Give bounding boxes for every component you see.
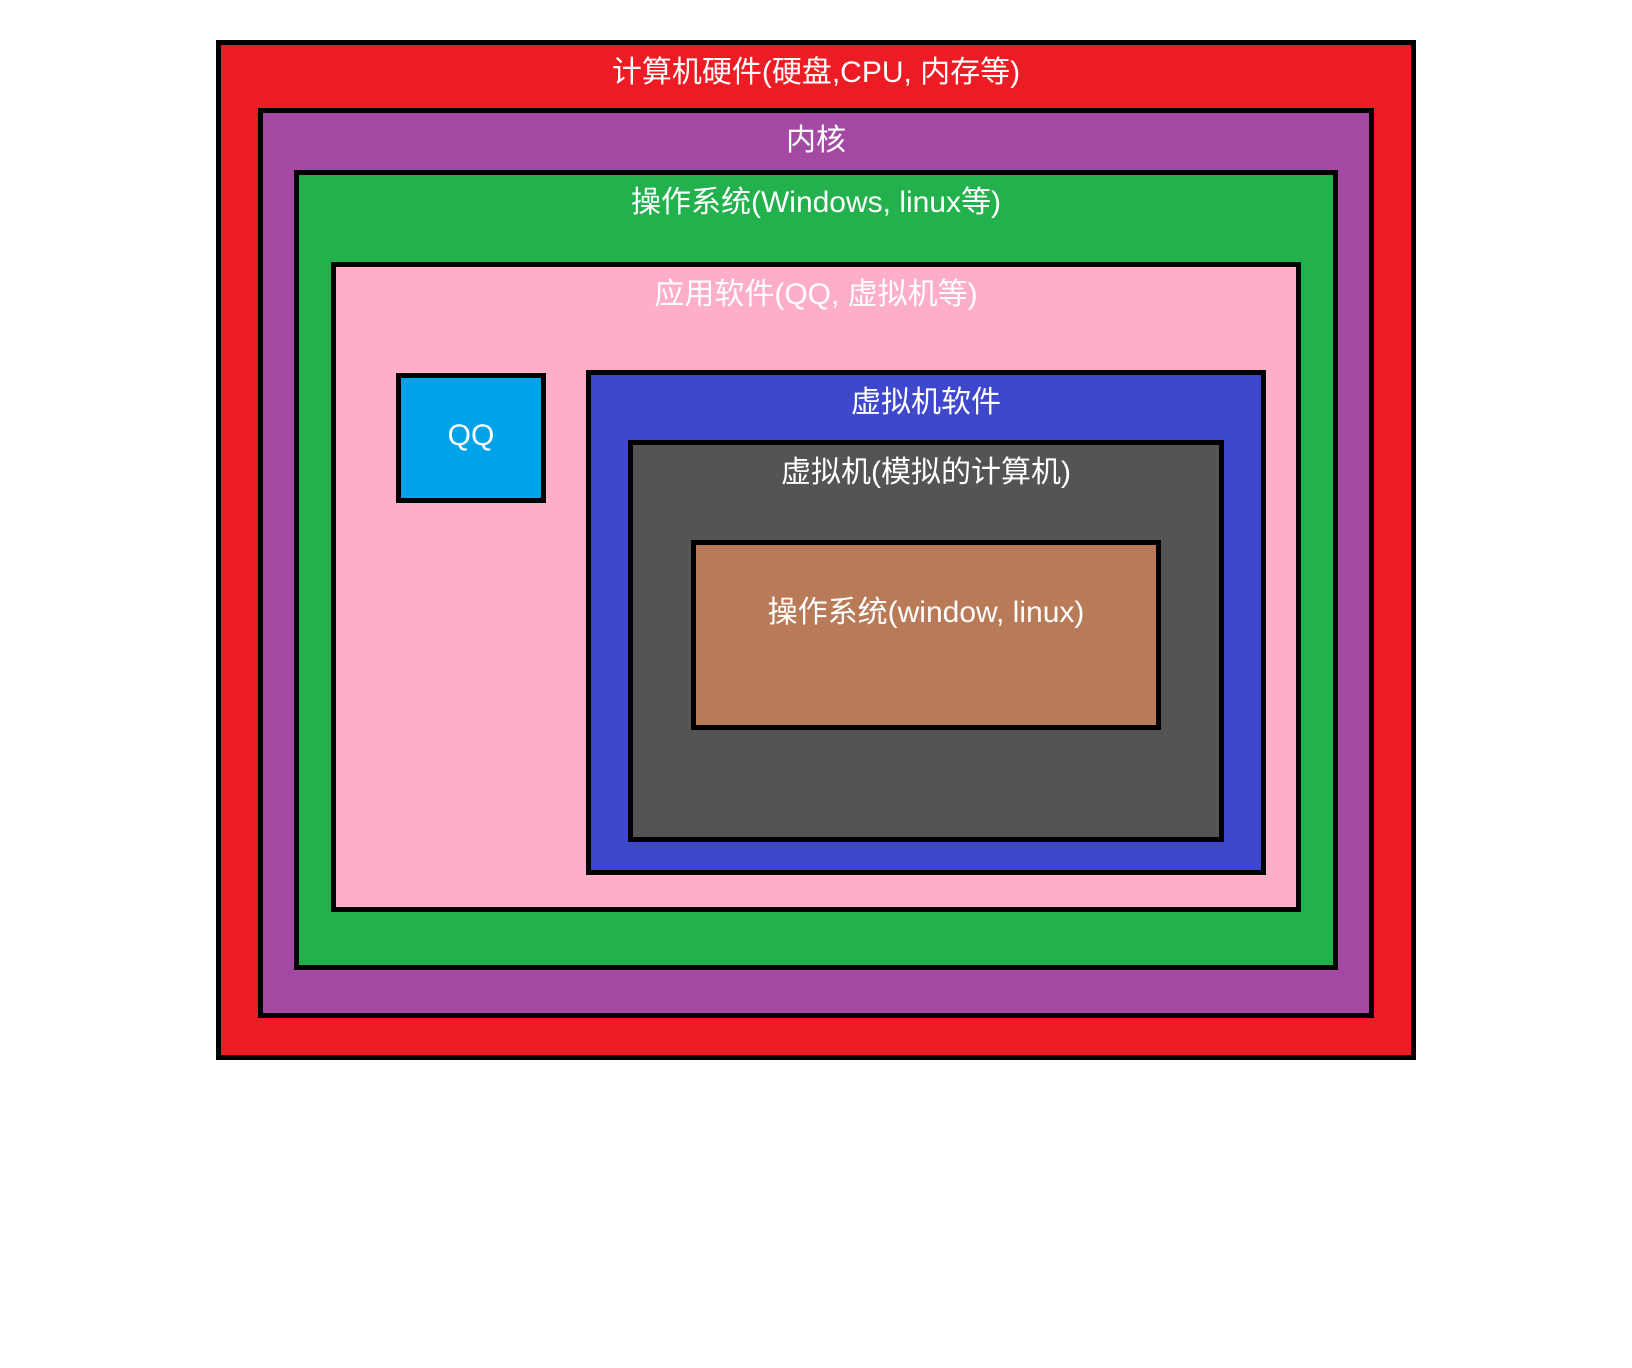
layer-inner-os-label: 操作系统(window, linux) bbox=[696, 545, 1156, 646]
layer-vm-software-label: 虚拟机软件 bbox=[591, 375, 1261, 421]
layer-qq-label: QQ bbox=[401, 378, 541, 454]
diagram-canvas: 计算机硬件(硬盘,CPU, 内存等) 内核 操作系统(Windows, linu… bbox=[216, 40, 1416, 1060]
layer-hardware-label: 计算机硬件(硬盘,CPU, 内存等) bbox=[221, 45, 1411, 91]
layer-os-label: 操作系统(Windows, linux等) bbox=[299, 175, 1333, 221]
layer-inner-os: 操作系统(window, linux) bbox=[691, 540, 1161, 730]
layer-vm-label: 虚拟机(模拟的计算机) bbox=[633, 445, 1219, 491]
layer-kernel-label: 内核 bbox=[263, 113, 1369, 159]
layer-qq: QQ bbox=[396, 373, 546, 503]
layer-apps-label: 应用软件(QQ, 虚拟机等) bbox=[336, 267, 1296, 313]
